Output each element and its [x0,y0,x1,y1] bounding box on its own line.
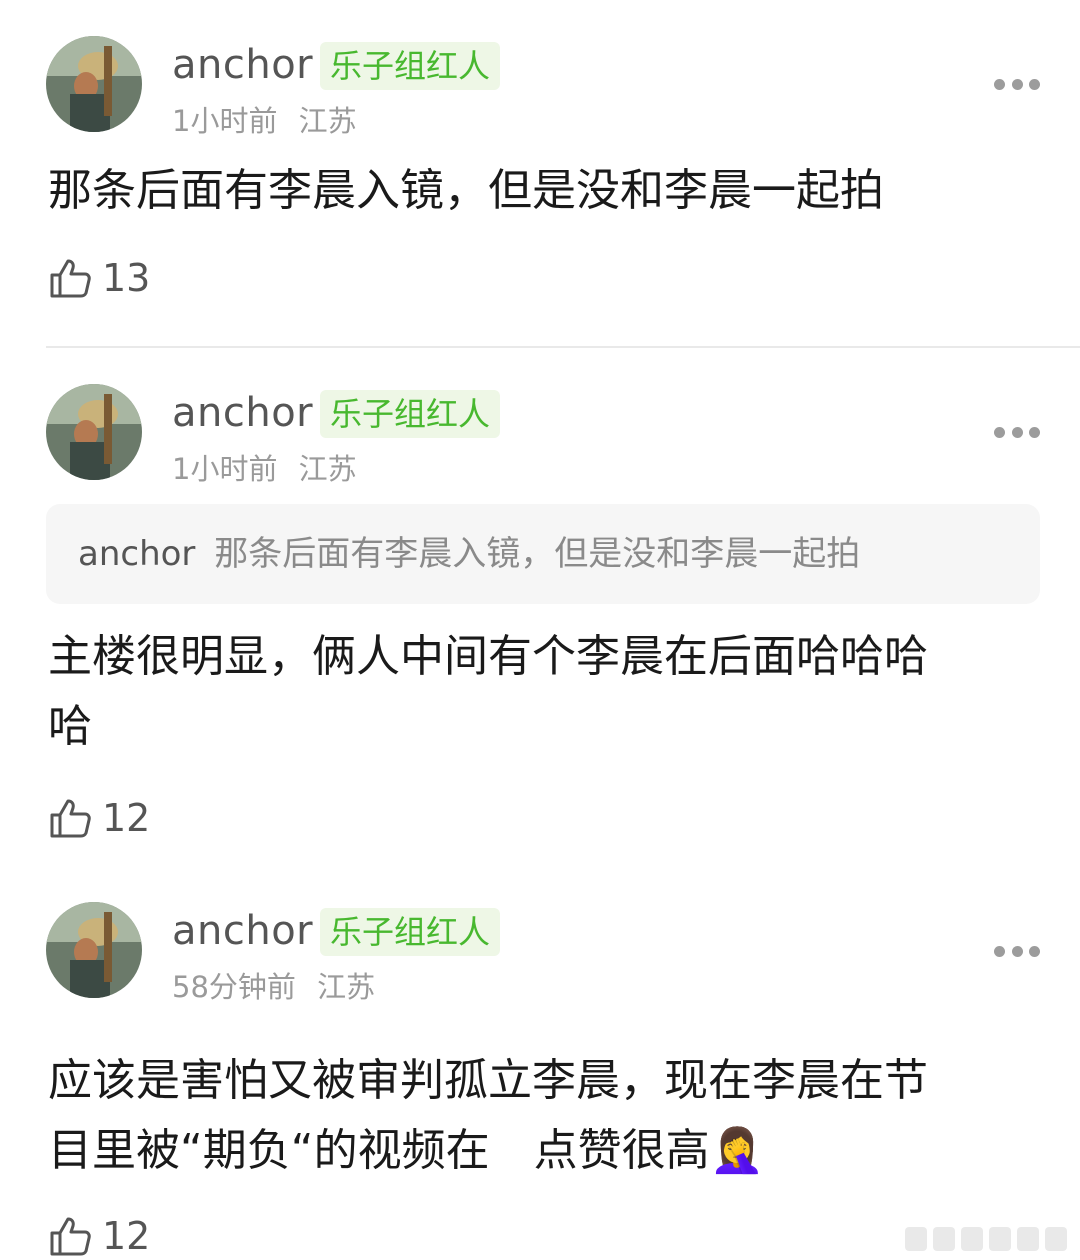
comment-text: 那条后面有李晨入镜，但是没和李晨一起拍 [48,156,1038,226]
comment-text-line: 目里被“期负“的视频在 点赞很高🤦‍♀️ [48,1125,765,1176]
comment-meta: 1小时前 江苏 [172,98,357,140]
thumbs-up-icon [50,259,91,298]
comment-text-line: 哈 [48,701,92,752]
more-options-icon[interactable] [994,426,1040,438]
quoted-comment[interactable]: anchor 那条后面有李晨入镜，但是没和李晨一起拍 [46,504,1040,604]
like-button[interactable]: 12 [48,794,150,842]
comment-time: 1小时前 [172,104,278,138]
comment-text: 应该是害怕又被审判孤立李晨，现在李晨在节 目里被“期负“的视频在 点赞很高🤦‍♀… [48,1046,1038,1186]
like-button[interactable]: 13 [48,254,150,302]
quoted-username: anchor [78,534,196,574]
user-badge: 乐子组红人 [320,42,501,90]
comment-time: 58分钟前 [172,970,296,1004]
user-badge: 乐子组红人 [320,390,501,438]
comment-text-line: 那条后面有李晨入镜，但是没和李晨一起拍 [48,165,884,216]
comment-text-line: 主楼很明显，俩人中间有个李晨在后面哈哈哈 [48,631,928,682]
comment-time: 1小时前 [172,452,278,486]
user-badge: 乐子组红人 [320,908,501,956]
comment-text-line: 应该是害怕又被审判孤立李晨，现在李晨在节 [48,1055,928,1106]
more-options-icon[interactable] [994,945,1040,957]
like-count: 12 [102,1214,151,1258]
username[interactable]: anchor [172,390,313,436]
comment-location: 江苏 [317,970,376,1004]
comment-meta: 1小时前 江苏 [172,446,357,488]
username[interactable]: anchor [172,42,313,88]
username[interactable]: anchor [172,908,313,954]
comment-location: 江苏 [298,104,357,138]
like-count: 12 [102,796,151,840]
divider [46,346,1080,348]
like-button[interactable]: 12 [48,1212,150,1260]
comment-location: 江苏 [298,452,357,486]
quoted-text: 那条后面有李晨入镜，但是没和李晨一起拍 [214,534,861,574]
like-count: 13 [102,256,151,300]
comment-text: 主楼很明显，俩人中间有个李晨在后面哈哈哈 哈 [48,622,1038,762]
avatar[interactable] [46,902,142,998]
more-options-icon[interactable] [994,78,1040,90]
thumbs-up-icon [50,1217,91,1256]
thumbs-up-icon [50,799,91,838]
watermark [905,1225,1070,1253]
avatar[interactable] [46,36,142,132]
comment-meta: 58分钟前 江苏 [172,964,375,1006]
avatar[interactable] [46,384,142,480]
